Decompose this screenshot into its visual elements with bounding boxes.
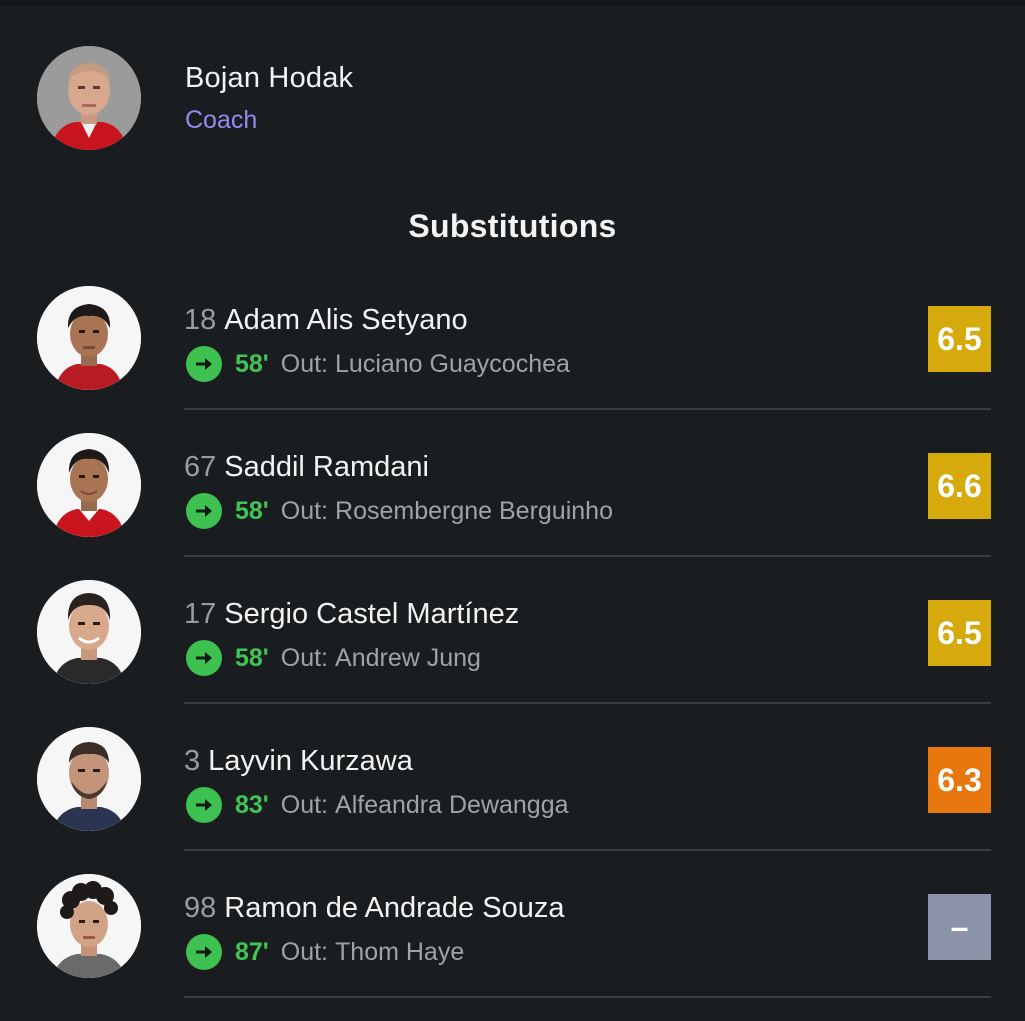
player-name[interactable]: Layvin Kurzawa xyxy=(208,745,413,777)
coach-role: Coach xyxy=(185,106,258,134)
substitution-row[interactable]: 17 Sergio Castel Martínez 58' Out: Andrew… xyxy=(0,580,1025,727)
top-strip xyxy=(0,0,1025,6)
player-line: 17 Sergio Castel Martínez xyxy=(184,598,519,631)
rating-badge[interactable]: 6.6 xyxy=(928,453,991,519)
coach-name: Bojan Hodak xyxy=(185,62,354,94)
out-prefix: Out: xyxy=(280,643,329,672)
player-line: 98 Ramon de Andrade Souza xyxy=(184,892,564,925)
player-name[interactable]: Saddil Ramdani xyxy=(224,451,429,483)
rating-badge[interactable]: 6.5 xyxy=(928,306,991,372)
coach-avatar xyxy=(37,46,141,150)
player-avatar xyxy=(37,727,141,831)
player-line: 67 Saddil Ramdani xyxy=(184,451,429,484)
out-player-name: Thom Haye xyxy=(335,937,465,966)
rating-badge[interactable]: 6.3 xyxy=(928,747,991,813)
player-line: 3 Layvin Kurzawa xyxy=(184,745,413,778)
sub-minute: 58' xyxy=(235,496,269,525)
out-prefix: Out: xyxy=(280,790,329,819)
substitution-row[interactable]: 98 Ramon de Andrade Souza 87' Out: Thom H… xyxy=(0,874,1025,1021)
sub-minute: 58' xyxy=(235,349,269,378)
out-prefix: Out: xyxy=(280,937,329,966)
out-player-name: Rosembergne Berguinho xyxy=(335,496,613,525)
row-divider xyxy=(184,555,991,557)
sub-in-arrow-icon xyxy=(186,346,222,382)
shirt-number: 98 xyxy=(184,892,217,924)
player-avatar xyxy=(37,874,141,978)
substitution-detail: 58' Out: Rosembergne Berguinho xyxy=(186,493,613,529)
row-divider xyxy=(184,849,991,851)
out-player-name: Luciano Guaycochea xyxy=(335,349,570,378)
sub-in-arrow-icon xyxy=(186,493,222,529)
shirt-number: 3 xyxy=(184,745,201,777)
rating-badge[interactable]: 6.5 xyxy=(928,600,991,666)
sub-minute: 58' xyxy=(235,643,269,672)
out-player-name: Andrew Jung xyxy=(335,643,481,672)
shirt-number: 67 xyxy=(184,451,217,483)
player-name[interactable]: Sergio Castel Martínez xyxy=(224,598,519,630)
rating-badge[interactable]: – xyxy=(928,894,991,960)
row-divider xyxy=(184,702,991,704)
section-title: Substitutions xyxy=(408,208,617,244)
substitution-detail: 87' Out: Thom Haye xyxy=(186,934,464,970)
substitution-detail: 83' Out: Alfeandra Dewangga xyxy=(186,787,569,823)
substitution-detail: 58' Out: Andrew Jung xyxy=(186,640,481,676)
shirt-number: 18 xyxy=(184,304,217,336)
player-name[interactable]: Ramon de Andrade Souza xyxy=(224,892,564,924)
player-name[interactable]: Adam Alis Setyano xyxy=(224,304,467,336)
sub-in-arrow-icon xyxy=(186,787,222,823)
substitution-detail: 58' Out: Luciano Guaycochea xyxy=(186,346,570,382)
row-divider xyxy=(184,408,991,410)
out-player-name: Alfeandra Dewangga xyxy=(335,790,569,819)
substitution-row[interactable]: 3 Layvin Kurzawa 83' Out: Alfeandra Dewan… xyxy=(0,727,1025,874)
sub-in-arrow-icon xyxy=(186,640,222,676)
substitution-row[interactable]: 18 Adam Alis Setyano 58' Out: Luciano Gua… xyxy=(0,286,1025,433)
sub-in-arrow-icon xyxy=(186,934,222,970)
substitution-row[interactable]: 67 Saddil Ramdani 58' Out: Rosembergne Be… xyxy=(0,433,1025,580)
sub-minute: 87' xyxy=(235,937,269,966)
shirt-number: 17 xyxy=(184,598,217,630)
sub-minute: 83' xyxy=(235,790,269,819)
player-line: 18 Adam Alis Setyano xyxy=(184,304,468,337)
player-avatar xyxy=(37,580,141,684)
player-avatar xyxy=(37,433,141,537)
player-avatar xyxy=(37,286,141,390)
out-prefix: Out: xyxy=(280,496,329,525)
out-prefix: Out: xyxy=(280,349,329,378)
coach-card[interactable]: Bojan Hodak Coach xyxy=(37,46,987,152)
row-divider xyxy=(184,996,991,998)
